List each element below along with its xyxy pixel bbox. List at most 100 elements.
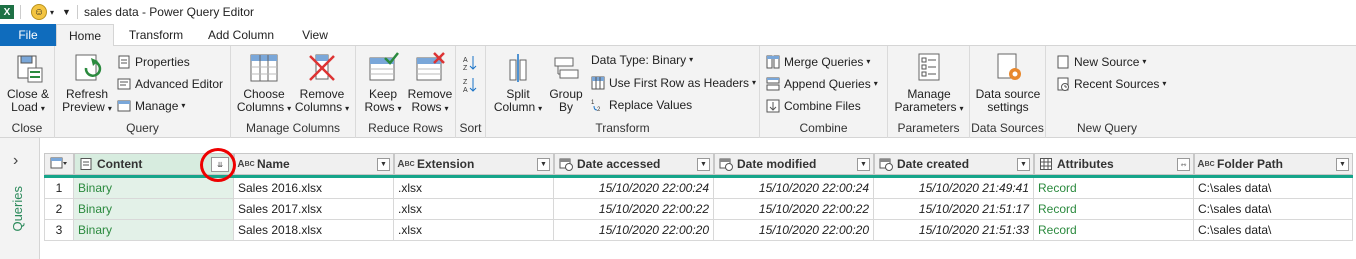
close-load-icon xyxy=(12,52,44,84)
use-first-row-label: Use First Row as Headers xyxy=(609,76,750,90)
tab-file[interactable]: File xyxy=(0,24,56,46)
date-created-cell[interactable]: 15/10/2020 21:51:33 xyxy=(874,220,1034,241)
merge-queries-button[interactable]: Merge Queries ▾ xyxy=(766,52,870,72)
column-name-folder-path: Folder Path xyxy=(1217,157,1284,171)
group-combine: Merge Queries ▾ Append Queries ▾ Combine F… xyxy=(760,46,888,138)
date-created-cell[interactable]: 15/10/2020 21:49:41 xyxy=(874,178,1034,199)
date-modified-cell[interactable]: 15/10/2020 22:00:22 xyxy=(714,199,874,220)
advanced-editor-button[interactable]: Advanced Editor xyxy=(117,74,223,94)
sort-descending-button[interactable]: ZA xyxy=(463,74,481,94)
tab-transform[interactable]: Transform xyxy=(122,24,190,46)
filter-dropdown-icon[interactable]: ▼ xyxy=(857,158,870,171)
binary-cell[interactable]: Binary xyxy=(74,178,234,199)
folder-path-cell[interactable]: C:\sales data\ xyxy=(1194,220,1353,241)
filter-dropdown-icon[interactable]: ▼ xyxy=(377,158,390,171)
expand-record-icon[interactable]: ⇿ xyxy=(1177,158,1190,171)
remove-columns-button[interactable]: Remove Columns ▾ xyxy=(293,52,351,115)
choose-columns-button[interactable]: Choose Columns ▾ xyxy=(235,52,293,115)
attributes-record-cell[interactable]: Record xyxy=(1034,199,1194,220)
keep-rows-icon xyxy=(367,52,399,84)
data-source-label2: settings xyxy=(987,100,1029,114)
data-type-dropdown[interactable]: Data Type: Binary ▾ xyxy=(591,50,693,70)
group-by-button[interactable]: Group By xyxy=(546,52,586,114)
recent-sources-button[interactable]: Recent Sources ▾ xyxy=(1056,74,1166,94)
group-by-label2: By xyxy=(558,100,573,114)
column-header-date-modified[interactable]: Date modified ▼ xyxy=(714,153,874,175)
chevron-right-icon[interactable]: › xyxy=(13,152,18,170)
date-accessed-cell[interactable]: 15/10/2020 22:00:24 xyxy=(554,178,714,199)
append-queries-button[interactable]: Append Queries ▾ xyxy=(766,74,878,94)
excel-app-icon[interactable]: X xyxy=(0,5,14,19)
quick-access-customize-icon[interactable]: ▼ xyxy=(62,7,71,17)
filter-dropdown-icon[interactable]: ▼ xyxy=(697,158,710,171)
new-source-icon xyxy=(1056,55,1070,69)
name-cell[interactable]: Sales 2016.xlsx xyxy=(234,178,394,199)
column-header-attributes[interactable]: Attributes ⇿ xyxy=(1034,153,1194,175)
date-accessed-cell[interactable]: 15/10/2020 22:00:22 xyxy=(554,199,714,220)
date-accessed-cell[interactable]: 15/10/2020 22:00:20 xyxy=(554,220,714,241)
table-menu-button[interactable] xyxy=(44,153,74,175)
filter-dropdown-icon[interactable]: ▼ xyxy=(1336,158,1349,171)
combine-files-button[interactable]: Combine Files xyxy=(766,96,861,116)
date-modified-cell[interactable]: 15/10/2020 22:00:24 xyxy=(714,178,874,199)
keep-rows-button[interactable]: Keep Rows ▾ xyxy=(360,52,406,115)
column-header-name[interactable]: ABC Name ▼ xyxy=(234,153,394,175)
merge-queries-icon xyxy=(766,55,780,69)
replace-values-button[interactable]: 12 Replace Values xyxy=(591,95,692,115)
split-column-button[interactable]: Split Column ▾ xyxy=(490,52,546,115)
row-number[interactable]: 1 xyxy=(44,178,74,199)
new-source-button[interactable]: New Source ▾ xyxy=(1056,52,1146,72)
smiley-feedback-icon[interactable]: ☺ xyxy=(31,4,47,20)
attributes-record-cell[interactable]: Record xyxy=(1034,178,1194,199)
close-load-button[interactable]: Close & Load ▾ xyxy=(6,52,50,115)
queries-pane[interactable]: › Queries xyxy=(0,138,40,259)
svg-text:A: A xyxy=(463,57,468,64)
column-header-extension[interactable]: ABC Extension ▼ xyxy=(394,153,554,175)
tab-home[interactable]: Home xyxy=(56,24,114,47)
extension-cell[interactable]: .xlsx xyxy=(394,178,554,199)
extension-cell[interactable]: .xlsx xyxy=(394,220,554,241)
properties-button[interactable]: Properties xyxy=(117,52,190,72)
group-label-transform: Transform xyxy=(595,121,650,135)
group-label-new-query: New Query xyxy=(1076,121,1138,135)
row-number[interactable]: 2 xyxy=(44,199,74,220)
name-cell[interactable]: Sales 2018.xlsx xyxy=(234,220,394,241)
extension-cell[interactable]: .xlsx xyxy=(394,199,554,220)
datetime-type-icon xyxy=(879,157,893,171)
merge-queries-label: Merge Queries xyxy=(784,55,864,69)
row-number[interactable]: 3 xyxy=(44,220,74,241)
binary-cell[interactable]: Binary xyxy=(74,220,234,241)
column-header-folder-path[interactable]: ABC Folder Path ▼ xyxy=(1194,153,1353,175)
svg-text:1: 1 xyxy=(591,100,595,106)
column-header-date-accessed[interactable]: Date accessed ▼ xyxy=(554,153,714,175)
append-queries-icon xyxy=(766,77,780,91)
filter-dropdown-icon[interactable]: ▼ xyxy=(1017,158,1030,171)
queries-pane-label: Queries xyxy=(10,186,25,232)
manage-icon xyxy=(117,99,131,113)
remove-rows-button[interactable]: Remove Rows ▾ xyxy=(406,52,454,115)
binary-cell[interactable]: Binary xyxy=(74,199,234,220)
tab-add-column[interactable]: Add Column xyxy=(200,24,282,46)
group-label-data-sources: Data Sources xyxy=(971,121,1044,135)
column-name-attributes: Attributes xyxy=(1057,157,1114,171)
advanced-editor-icon xyxy=(117,77,131,91)
date-created-cell[interactable]: 15/10/2020 21:51:17 xyxy=(874,199,1034,220)
datetime-type-icon xyxy=(719,157,733,171)
manage-button[interactable]: Manage ▾ xyxy=(117,96,185,116)
folder-path-cell[interactable]: C:\sales data\ xyxy=(1194,199,1353,220)
text-type-icon: ABC xyxy=(1197,158,1215,170)
date-modified-cell[interactable]: 15/10/2020 22:00:20 xyxy=(714,220,874,241)
folder-path-cell[interactable]: C:\sales data\ xyxy=(1194,178,1353,199)
column-header-date-created[interactable]: Date created ▼ xyxy=(874,153,1034,175)
tab-view[interactable]: View xyxy=(292,24,338,46)
data-source-settings-button[interactable]: Data source settings xyxy=(972,52,1044,114)
name-cell[interactable]: Sales 2017.xlsx xyxy=(234,199,394,220)
sort-ascending-button[interactable]: AZ xyxy=(463,52,481,72)
filter-dropdown-icon[interactable]: ▼ xyxy=(537,158,550,171)
refresh-preview-button[interactable]: Refresh Preview ▾ xyxy=(61,52,113,115)
manage-parameters-button[interactable]: Manage Parameters ▾ xyxy=(892,52,966,115)
attributes-record-cell[interactable]: Record xyxy=(1034,220,1194,241)
use-first-row-headers-button[interactable]: Use First Row as Headers ▾ xyxy=(591,73,756,93)
combine-files-label: Combine Files xyxy=(784,99,861,113)
feedback-dropdown-icon[interactable]: ▾ xyxy=(50,8,54,17)
